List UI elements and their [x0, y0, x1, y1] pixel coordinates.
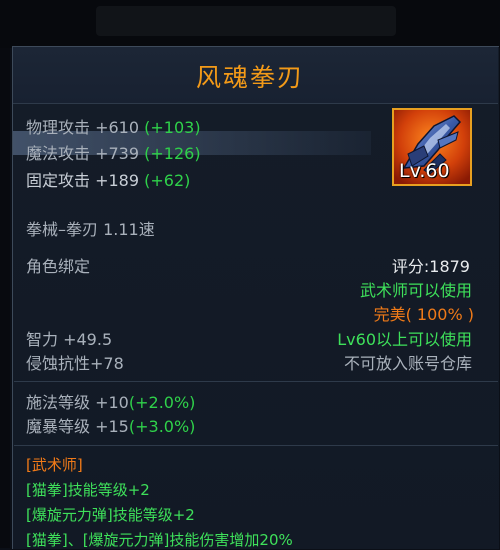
stat-label: 魔暴等级 +15: [26, 417, 129, 436]
weapon-type: 拳械–拳刃 1.11速: [26, 220, 155, 239]
level-requirement: Lv60以上可以使用: [337, 330, 472, 349]
stat-fixed-attack: 固定攻击 +189 (+62): [26, 171, 190, 191]
stat-corrosion-resist: 侵蚀抗性+78: [26, 354, 124, 373]
item-quality: 完美( 100% ): [373, 305, 474, 324]
class-requirement: 武术师可以使用: [359, 281, 472, 300]
section-divider: [14, 381, 498, 382]
top-background: [0, 0, 500, 48]
stat-magic-attack: 魔法攻击 +739 (+126): [26, 144, 201, 164]
stat-label: 魔法攻击 +739: [26, 144, 140, 163]
stat-bonus: (+126): [144, 144, 201, 163]
stat-bonus: (+3.0%): [128, 417, 196, 436]
class-section-header: [武术师]: [26, 456, 83, 474]
stat-label: 施法等级 +10: [26, 393, 129, 412]
item-name: 风魂拳刃: [195, 63, 304, 92]
stat-label: 固定攻击 +189: [26, 171, 140, 190]
stat-bonus: (+2.0%): [128, 393, 196, 412]
stat-physical-attack: 物理攻击 +610 (+103): [26, 118, 201, 138]
blurred-header: [96, 6, 396, 36]
item-level-badge: Lv.60: [399, 160, 450, 182]
skill-line: [猫拳]、[爆旋元力弹]技能伤害增加20%: [26, 531, 293, 549]
binding-status: 角色绑定: [26, 257, 91, 276]
item-icon[interactable]: Lv.60: [392, 108, 472, 186]
skill-line: [猫拳]技能等级+2: [26, 481, 150, 499]
skill-line: [爆旋元力弹]技能等级+2: [26, 506, 195, 524]
storage-restriction: 不可放入账号仓库: [343, 354, 472, 373]
stat-label: 物理攻击 +610: [26, 118, 140, 137]
item-score: 评分:1879: [391, 257, 470, 276]
stat-bonus: (+103): [144, 118, 201, 137]
stat-bonus: (+62): [144, 171, 191, 190]
stat-crit-level: 魔暴等级 +15(+3.0%): [26, 417, 195, 437]
section-divider: [14, 445, 498, 446]
stat-cast-level: 施法等级 +10(+2.0%): [26, 393, 195, 413]
left-background: [0, 48, 10, 548]
stat-intelligence: 智力 +49.5: [26, 330, 113, 349]
